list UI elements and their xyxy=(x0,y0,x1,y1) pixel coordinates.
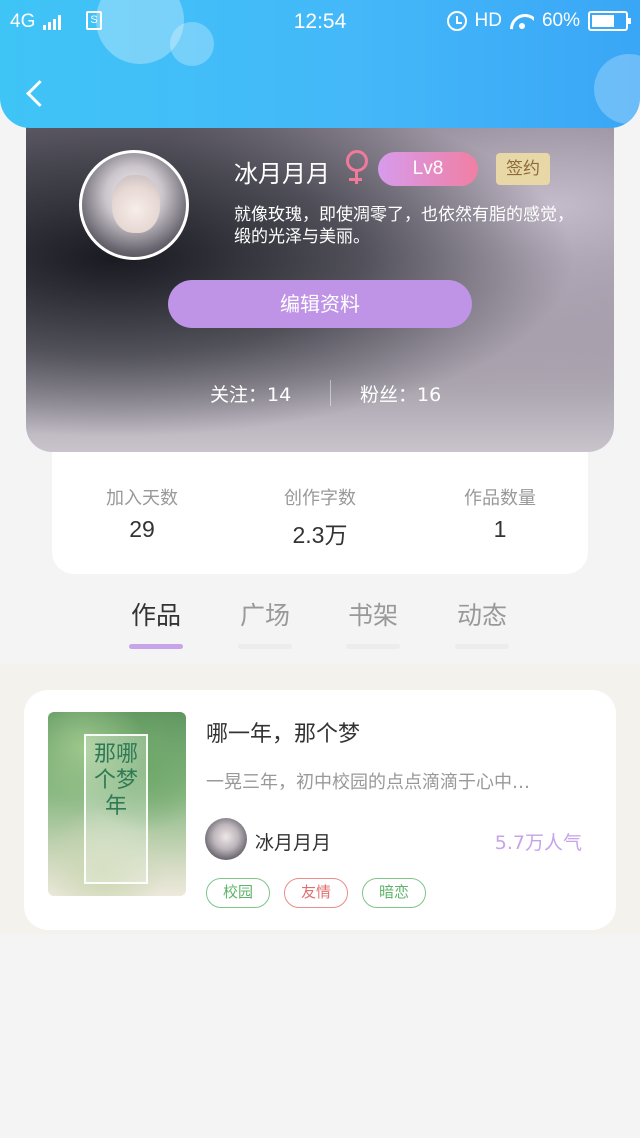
stat-label: 作品数量 xyxy=(464,488,536,509)
avatar[interactable] xyxy=(79,150,189,260)
tag-campus[interactable]: 校园 xyxy=(206,878,271,908)
tab-underline xyxy=(238,644,292,649)
top-header: 4G S 12:54 HD 60% xyxy=(0,0,640,128)
author-avatar xyxy=(205,818,247,860)
tab-underline xyxy=(346,644,400,649)
hd-label: HD xyxy=(474,10,502,31)
popularity-count: 5.7万人气 xyxy=(494,832,582,854)
stat-value: 29 xyxy=(129,516,155,542)
wifi-icon xyxy=(510,12,534,30)
stats-card: 加入天数 29 创作字数 2.3万 作品数量 1 xyxy=(52,452,588,574)
signed-badge: 签约 xyxy=(496,153,550,185)
book-title: 哪一年，那个梦 xyxy=(206,722,361,747)
stat-works-count: 作品数量 1 xyxy=(410,484,590,543)
user-name: 冰月月月 xyxy=(234,160,330,188)
stat-label: 创作字数 xyxy=(284,488,356,509)
tab-underline xyxy=(455,644,509,649)
decor-bubble xyxy=(594,54,640,124)
female-icon xyxy=(344,148,368,188)
female-icon-bar xyxy=(349,178,362,181)
tab-label: 作品 xyxy=(130,601,181,630)
fans-count[interactable]: 粉丝：16 xyxy=(360,380,441,407)
status-right: HD 60% xyxy=(446,10,631,32)
tab-label: 书架 xyxy=(347,601,398,630)
cover-title: 那哪个梦年 xyxy=(93,742,138,819)
status-bar: 4G S 12:54 HD 60% xyxy=(0,0,640,44)
stat-word-count: 创作字数 2.3万 xyxy=(230,484,410,550)
tag-friendship[interactable]: 友情 xyxy=(284,878,349,908)
tab-underline xyxy=(129,644,183,649)
stat-value: 1 xyxy=(493,516,507,542)
author-name: 冰月月月 xyxy=(255,832,332,854)
tab-label: 广场 xyxy=(239,601,290,630)
tag-crush[interactable]: 暗恋 xyxy=(362,878,427,908)
battery-icon xyxy=(588,11,631,31)
book-description: 一晃三年，初中校园的点点滴滴于心中… xyxy=(206,772,530,793)
tag-list: 校园 友情 暗恋 xyxy=(206,878,427,908)
tab-bookshelf[interactable]: 书架 xyxy=(333,596,413,649)
book-card[interactable]: 那哪个梦年 哪一年，那个梦 一晃三年，初中校园的点点滴滴于心中… 冰月月月 5.… xyxy=(24,690,616,930)
alarm-icon xyxy=(446,11,467,31)
following-count[interactable]: 关注：14 xyxy=(210,380,291,407)
stat-label: 加入天数 xyxy=(106,488,178,509)
level-badge: Lv8 xyxy=(378,152,478,186)
edit-profile-button[interactable]: 编辑资料 xyxy=(168,280,472,328)
tab-works[interactable]: 作品 xyxy=(116,596,196,649)
stat-value: 2.3万 xyxy=(292,522,348,548)
battery-label: 60% xyxy=(541,10,580,31)
stat-join-days: 加入天数 29 xyxy=(52,484,232,543)
divider xyxy=(330,380,331,406)
tab-label: 动态 xyxy=(456,601,507,630)
tab-square[interactable]: 广场 xyxy=(225,596,305,649)
user-bio: 就像玫瑰，即使凋零了，也依然有脂的感觉，缎的光泽与美丽。 xyxy=(234,205,574,247)
tab-activity[interactable]: 动态 xyxy=(442,596,522,649)
follow-row: 关注：14 粉丝：16 xyxy=(26,378,614,408)
profile-card: 冰月月月 Lv8 签约 就像玫瑰，即使凋零了，也依然有脂的感觉，缎的光泽与美丽。… xyxy=(26,100,614,452)
back-button[interactable] xyxy=(18,74,54,114)
book-cover[interactable]: 那哪个梦年 xyxy=(48,712,186,896)
tab-bar: 作品 广场 书架 动态 xyxy=(0,590,640,656)
